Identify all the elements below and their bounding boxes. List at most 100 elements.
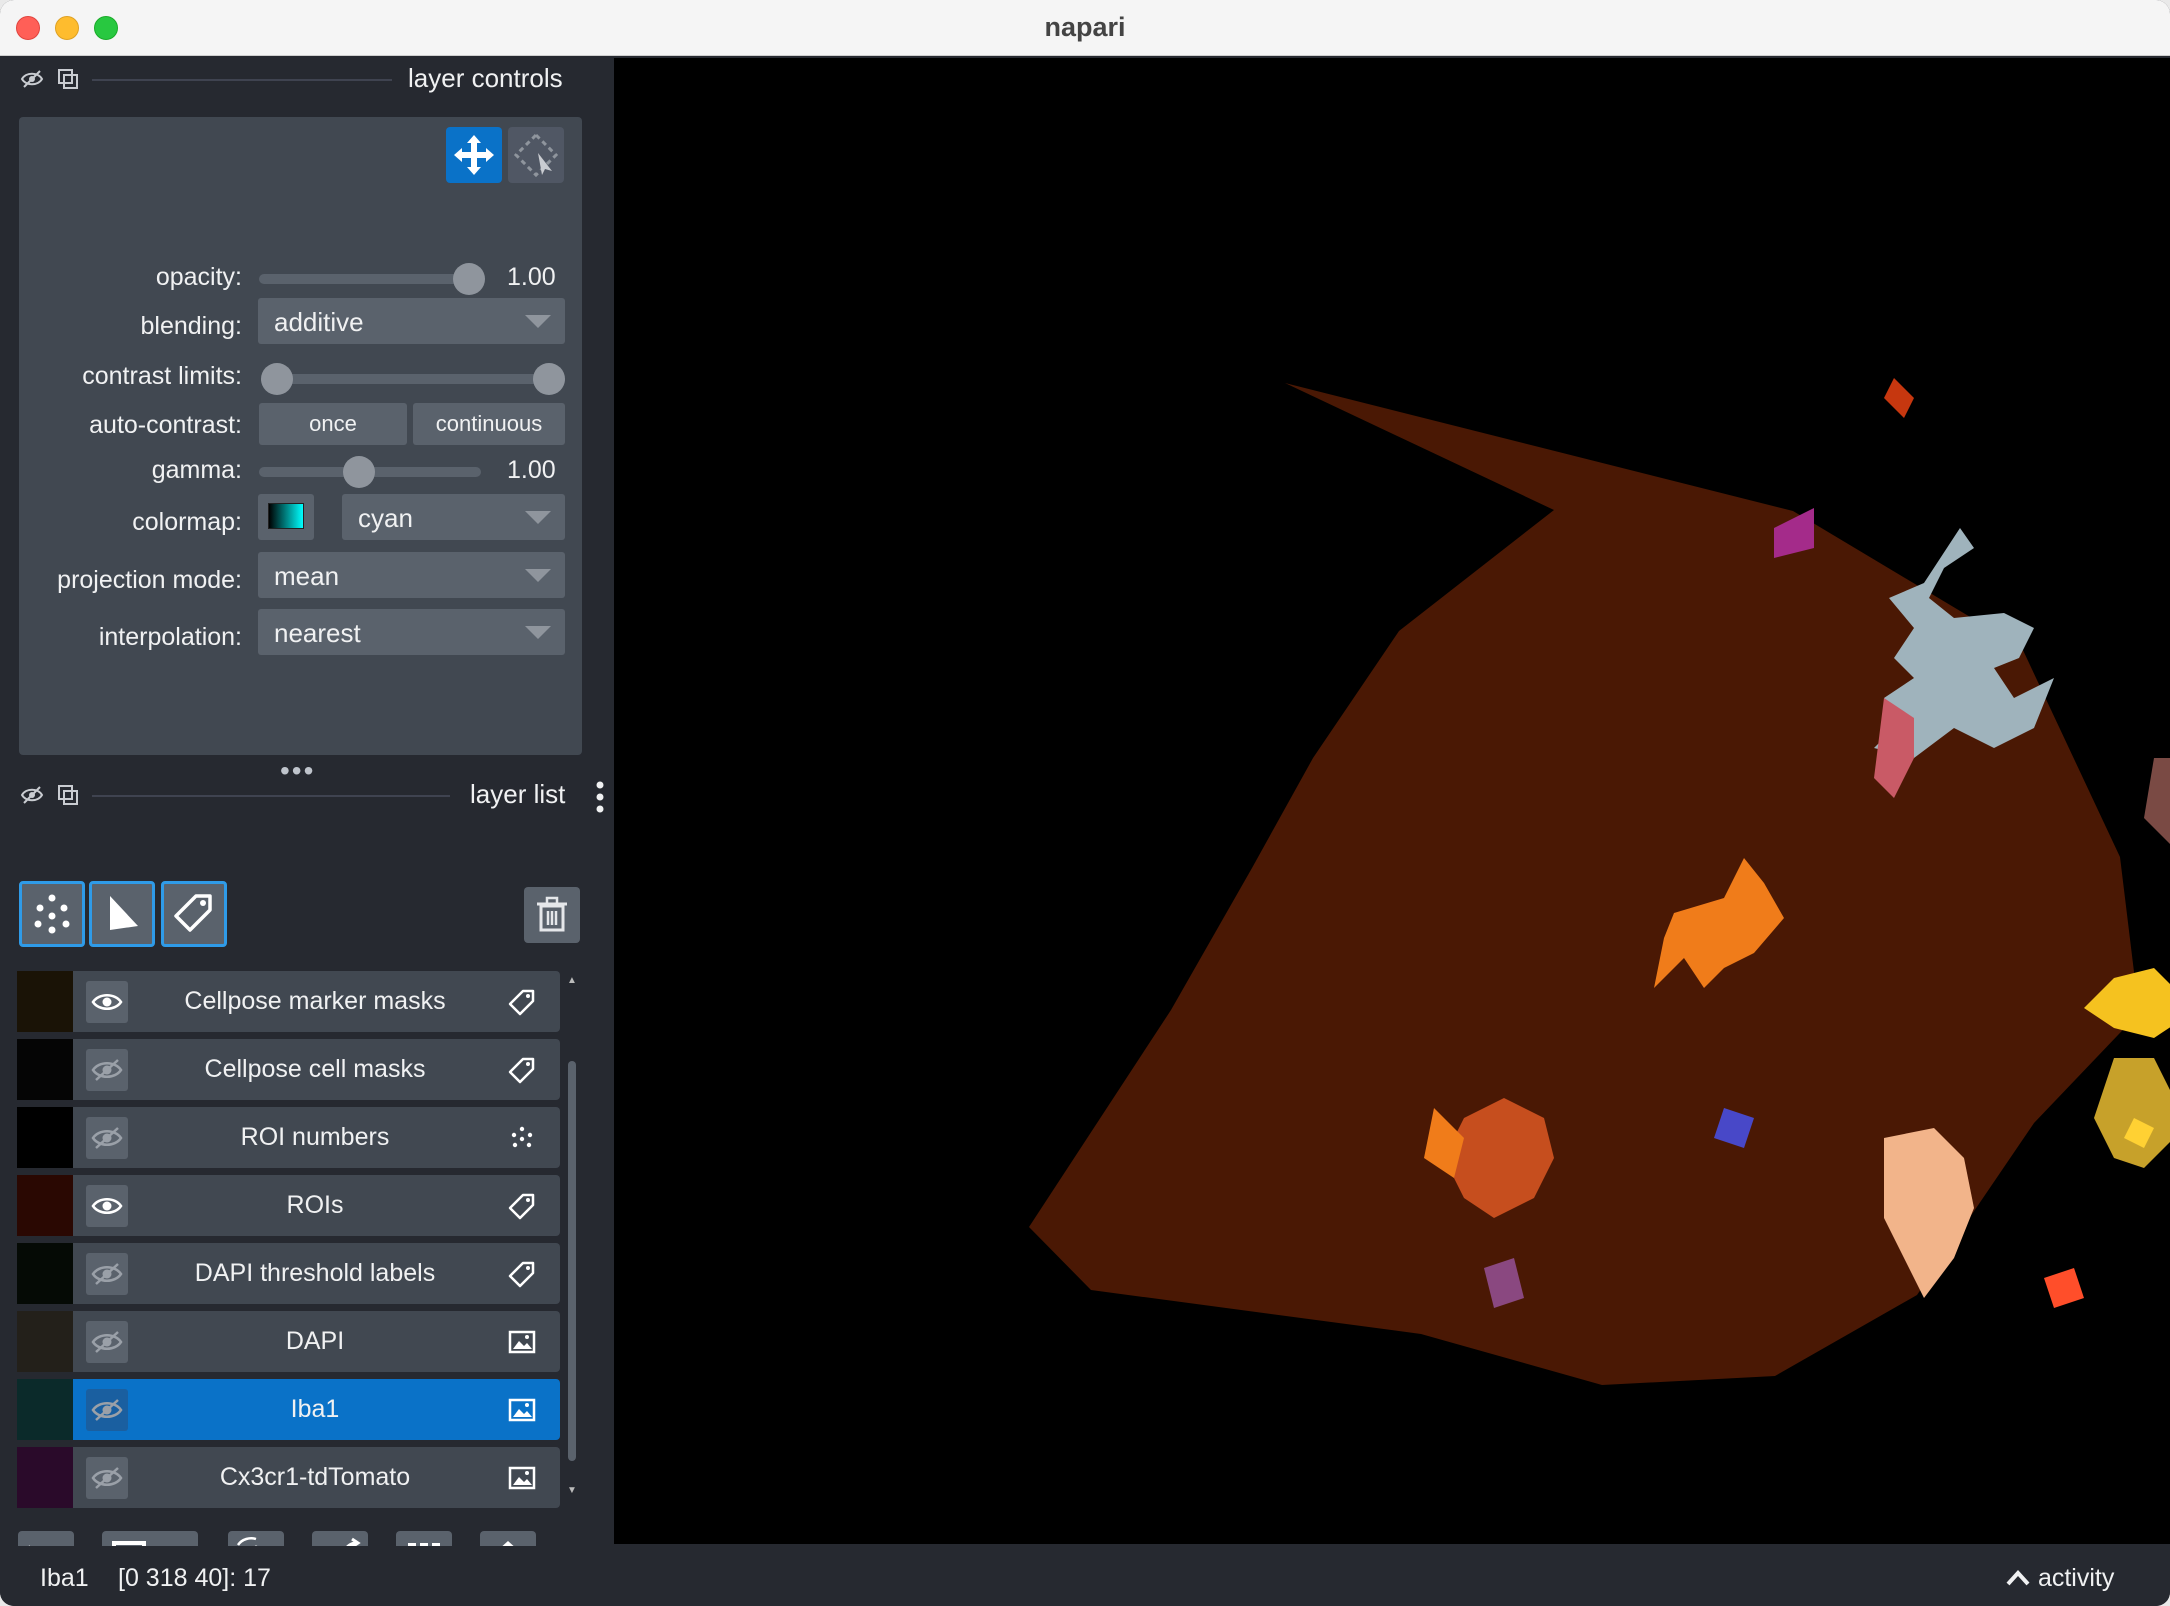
move-arrows-icon [454, 135, 494, 175]
contrast-high-handle[interactable] [533, 363, 565, 395]
transform-select-icon [513, 132, 559, 178]
layer-name: ROI numbers [240, 1123, 390, 1151]
projection-mode-label: projection mode: [57, 566, 242, 594]
eye-closed-icon [91, 1263, 123, 1285]
visibility-toggle[interactable] [86, 1389, 128, 1431]
layer-name: Cx3cr1-tdTomato [219, 1463, 411, 1491]
cell-mask [2094, 1058, 2170, 1168]
labels-layer-icon [507, 987, 537, 1017]
visibility-toggle[interactable] [86, 1185, 128, 1227]
layer-thumbnail [17, 1039, 73, 1100]
opacity-label: opacity: [155, 263, 242, 291]
new-shapes-layer-button[interactable] [89, 881, 155, 947]
layer-thumbnail [17, 971, 73, 1032]
left-dock: layer controls opacity: 1.00 blending: a… [0, 57, 612, 1587]
opacity-slider[interactable] [259, 274, 469, 284]
layer-thumbnail [17, 1243, 73, 1304]
interpolation-label: interpolation: [98, 623, 242, 651]
points-icon [34, 894, 70, 934]
contrast-limits-slider[interactable] [277, 374, 549, 384]
pan-zoom-button[interactable] [446, 127, 502, 183]
layer-row[interactable]: ROIs [17, 1175, 560, 1236]
blending-label: blending: [140, 312, 242, 340]
layer-row[interactable]: Cellpose cell masks [17, 1039, 560, 1100]
cell-mask [2144, 758, 2170, 844]
visibility-toggle[interactable] [86, 981, 128, 1023]
scrollbar-thumb[interactable] [568, 1061, 576, 1461]
roi-region [1029, 383, 2139, 1385]
layer-controls-panel: opacity: 1.00 blending: additive contras… [19, 117, 582, 755]
interpolation-dropdown[interactable]: nearest [258, 609, 565, 655]
layer-controls-title: layer controls [408, 63, 563, 93]
label-tag-icon [174, 894, 212, 932]
scroll-down-arrow[interactable]: ▼ [567, 1485, 577, 1499]
contrast-low-handle[interactable] [261, 363, 293, 395]
image-layer-icon [507, 1395, 537, 1425]
visibility-toggle[interactable] [86, 1321, 128, 1363]
visibility-toggle[interactable] [86, 1117, 128, 1159]
layer-thumbnail [17, 1175, 73, 1236]
new-points-layer-button[interactable] [19, 881, 85, 947]
gamma-slider-handle[interactable] [342, 456, 375, 488]
blending-value: additive [274, 307, 364, 337]
window-title: napari [1044, 12, 1126, 42]
points-layer-icon [507, 1123, 537, 1153]
undock-icon[interactable] [56, 67, 80, 91]
layer-row[interactable]: Iba1 [17, 1379, 560, 1440]
blending-dropdown[interactable]: additive [258, 298, 565, 344]
auto-contrast-once-button[interactable]: once [259, 403, 407, 445]
float-eye-icon[interactable] [20, 783, 44, 807]
layer-row[interactable]: Cx3cr1-tdTomato [17, 1447, 560, 1508]
chevron-down-icon [525, 569, 551, 582]
layer-row[interactable]: Cellpose marker masks [17, 971, 560, 1032]
layer-name: DAPI threshold labels [194, 1259, 436, 1287]
auto-contrast-continuous-button[interactable]: continuous [413, 403, 565, 445]
viewer-canvas[interactable] [614, 58, 2170, 1544]
status-bar [0, 1546, 2170, 1606]
layer-thumbnail [17, 1311, 73, 1372]
chevron-down-icon [525, 315, 551, 328]
visibility-toggle[interactable] [86, 1049, 128, 1091]
visibility-toggle[interactable] [86, 1457, 128, 1499]
layer-list-header: layer list [0, 773, 612, 817]
projection-mode-dropdown[interactable]: mean [258, 552, 565, 598]
eye-closed-icon [91, 1331, 123, 1353]
eye-icon [91, 1198, 123, 1214]
cell-mask [2044, 1268, 2084, 1308]
image-layer-icon [507, 1327, 537, 1357]
chevron-down-icon [525, 626, 551, 639]
more-options-icon[interactable] [592, 779, 608, 815]
visibility-toggle[interactable] [86, 1253, 128, 1295]
gamma-value: 1.00 [507, 456, 556, 484]
labels-render [1029, 378, 2170, 1385]
new-labels-layer-button[interactable] [161, 881, 227, 947]
colormap-dropdown[interactable]: cyan [342, 494, 565, 540]
layer-name: ROIs [286, 1191, 344, 1219]
layer-row[interactable]: ROI numbers [17, 1107, 560, 1168]
shapes-icon [110, 896, 138, 930]
transform-button[interactable] [508, 127, 564, 183]
status-layer-name: Iba1 [40, 1564, 89, 1592]
float-eye-icon[interactable] [20, 67, 44, 91]
colormap-preview-button[interactable] [258, 494, 314, 540]
labels-layer-icon [507, 1055, 537, 1085]
delete-layer-button[interactable] [524, 887, 580, 943]
eye-closed-icon [91, 1127, 123, 1149]
layer-name: Cellpose marker masks [184, 987, 446, 1015]
layer-row[interactable]: DAPI threshold labels [17, 1243, 560, 1304]
colormap-value: cyan [358, 503, 413, 533]
scroll-up-arrow[interactable]: ▲ [567, 975, 577, 989]
activity-toggle[interactable]: activity [2005, 1564, 2114, 1593]
eye-closed-icon [91, 1059, 123, 1081]
labels-layer-icon [507, 1259, 537, 1289]
colormap-swatch [268, 503, 304, 529]
layer-controls-header: layer controls [0, 57, 612, 101]
activity-label: activity [2037, 1564, 2115, 1592]
layer-thumbnail [17, 1447, 73, 1508]
undock-icon[interactable] [56, 783, 80, 807]
layer-list-scrollbar[interactable]: ▲ ▼ [566, 975, 578, 1505]
napari-window: napari layer controls opacity: 1.00 blen… [0, 0, 2170, 1606]
opacity-slider-handle[interactable] [453, 263, 485, 295]
layer-thumbnail [17, 1107, 73, 1168]
layer-row[interactable]: DAPI [17, 1311, 560, 1372]
